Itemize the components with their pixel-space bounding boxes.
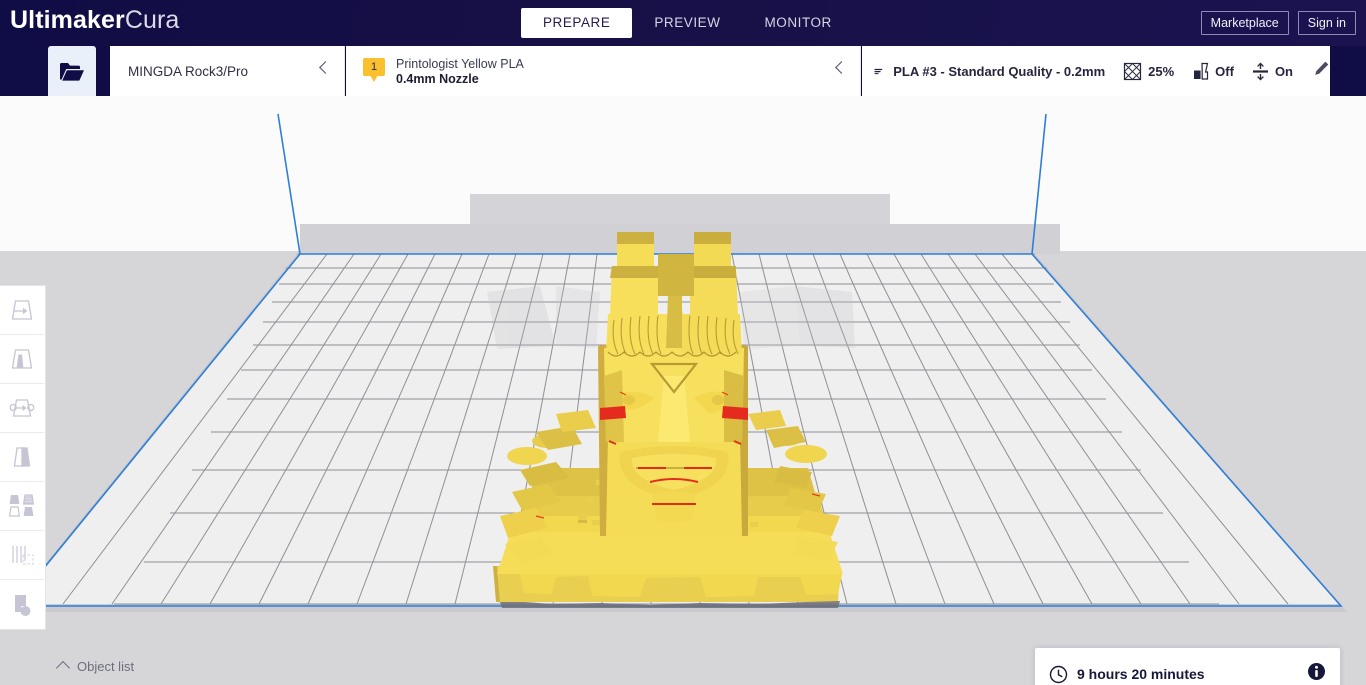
- pencil-icon: [1315, 61, 1329, 75]
- tab-prepare[interactable]: PREPARE: [521, 8, 633, 38]
- sign-in-button[interactable]: Sign in: [1297, 11, 1356, 35]
- title-bar: UltimakerCura PREPARE PREVIEW MONITOR Ma…: [0, 0, 1366, 46]
- marketplace-button[interactable]: Marketplace: [1200, 11, 1289, 35]
- info-button[interactable]: [1307, 662, 1326, 685]
- per-model-settings-tool-button[interactable]: [0, 482, 44, 531]
- layer-height-icon: [874, 68, 883, 74]
- scale-icon: [11, 349, 33, 369]
- pupil-right: [712, 395, 724, 405]
- pupil-left: [623, 395, 635, 405]
- build-plate-scene: [6, 113, 1347, 612]
- print-info-panel: 9 hours 20 minutes 55g · 19.00m: [1035, 648, 1340, 685]
- support-icon: [1194, 62, 1209, 80]
- brand-light: Cura: [124, 6, 180, 34]
- rotate-icon: [9, 399, 35, 417]
- mirror-icon: [13, 447, 31, 467]
- chevron-left-icon: [835, 61, 848, 74]
- support-value: Off: [1215, 63, 1234, 79]
- tab-monitor[interactable]: MONITOR: [743, 8, 854, 38]
- edit-settings-button[interactable]: [1313, 60, 1330, 82]
- horn-left-top: [617, 232, 654, 244]
- mirror-tool-button[interactable]: [0, 433, 44, 482]
- plate-rear-band: [300, 224, 1060, 254]
- folder-open-icon: [60, 62, 84, 81]
- support-indicator: Off: [1192, 62, 1234, 81]
- open-file-button[interactable]: [48, 46, 96, 96]
- material-selector[interactable]: 1 Printologist Yellow PLA 0.4mm Nozzle: [346, 46, 861, 96]
- object-list-panel: Object list MRPRO_ Tiki Tree_9h_20m_PLA …: [55, 659, 276, 685]
- extruder-badge: 1: [363, 58, 385, 84]
- badge-tip: [370, 75, 378, 82]
- cheek-right: [724, 370, 744, 442]
- object-list-header[interactable]: Object list: [55, 659, 276, 676]
- infill-value: 25%: [1148, 63, 1175, 79]
- move-icon: [11, 300, 33, 320]
- main-tabs: PREPARE PREVIEW MONITOR: [521, 8, 854, 38]
- printer-name: MINGDA Rock3/Pro: [128, 63, 249, 79]
- head-notch: [666, 296, 682, 348]
- chevron-left-icon: [319, 61, 332, 74]
- print-time-value: 9 hours 20 minutes: [1077, 666, 1205, 682]
- print-settings-row: PLA #3 - Standard Quality - 0.2mm 25% Of…: [862, 60, 1330, 82]
- chevron-up-icon: [55, 660, 71, 676]
- headdress-left: [606, 314, 668, 358]
- horn-left-base-top: [610, 266, 658, 278]
- print-time-row: 9 hours 20 minutes: [1035, 648, 1340, 685]
- configuration-bar: MINGDA Rock3/Pro 1 Printologist Yellow P…: [0, 46, 1366, 96]
- nozzle-size: 0.4mm Nozzle: [396, 71, 479, 86]
- support-blocker-icon: [12, 546, 34, 565]
- horn-right-base-top: [690, 266, 736, 278]
- paint-icon: [15, 594, 31, 616]
- infill-indicator: 25%: [1123, 62, 1174, 81]
- infill-icon: [1124, 62, 1142, 80]
- tool-panel: [0, 285, 46, 630]
- rotate-tool-button[interactable]: [0, 384, 44, 433]
- brand-bold: Ultimaker: [10, 6, 125, 34]
- clock-icon: [1049, 665, 1068, 683]
- print-settings-selector[interactable]: PLA #3 - Standard Quality - 0.2mm 25% Of…: [862, 46, 1330, 96]
- info-icon: [1308, 663, 1325, 680]
- head-center-recess: [658, 254, 694, 296]
- material-name: Printologist Yellow PLA: [396, 56, 524, 71]
- 3d-viewport[interactable]: Object list MRPRO_ Tiki Tree_9h_20m_PLA …: [0, 96, 1366, 685]
- material-text: Printologist Yellow PLA 0.4mm Nozzle: [396, 57, 524, 86]
- move-tool-button[interactable]: [0, 286, 44, 335]
- horn-right-top: [694, 232, 731, 244]
- printer-selector[interactable]: MINGDA Rock3/Pro: [110, 46, 345, 96]
- paint-tool-button[interactable]: [0, 580, 44, 629]
- scale-tool-button[interactable]: [0, 335, 44, 384]
- extruder-number: 1: [370, 61, 378, 73]
- adhesion-indicator: On: [1252, 61, 1293, 81]
- tongue: [652, 491, 696, 522]
- app-logo: UltimakerCura: [10, 6, 179, 35]
- per-model-settings-icon: [8, 494, 35, 517]
- tab-preview[interactable]: PREVIEW: [632, 8, 742, 38]
- profile-name: PLA #3 - Standard Quality - 0.2mm: [893, 63, 1106, 79]
- adhesion-icon: [1252, 61, 1268, 81]
- adhesion-value: On: [1274, 63, 1293, 79]
- support-blocker-tool-button[interactable]: [0, 531, 44, 580]
- cheek-left: [604, 370, 624, 442]
- account-actions: Marketplace Sign in: [1200, 11, 1356, 35]
- object-list-title: Object list: [77, 659, 135, 674]
- cura-window: UltimakerCura PREPARE PREVIEW MONITOR Ma…: [0, 0, 1366, 685]
